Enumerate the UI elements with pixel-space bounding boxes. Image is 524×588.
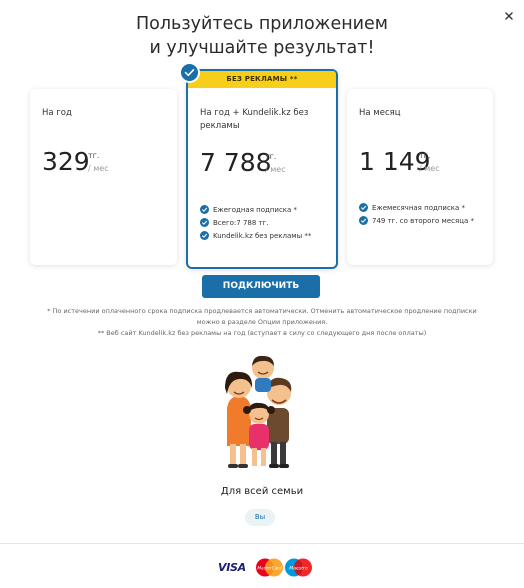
plan-price: 329 — [42, 147, 90, 176]
plan-period: / мес — [265, 165, 286, 174]
title-line-1: Пользуйтесь приложением — [136, 14, 388, 34]
note-line: можно в разделе Опции приложения. — [196, 318, 328, 326]
check-icon — [200, 218, 209, 227]
feature-item: Всего:7 788 тг. — [200, 218, 269, 227]
check-icon — [200, 231, 209, 240]
check-icon — [200, 205, 209, 214]
feature-item: Ежегодная подписка * — [200, 205, 297, 214]
plan-currency: тг. — [265, 152, 277, 161]
note-line: ** Веб сайт Kundelik.kz без рекламы на г… — [97, 329, 427, 337]
mastercard-text: MasterCard — [257, 566, 282, 571]
plan-currency: тг. — [88, 151, 100, 160]
check-icon — [359, 203, 368, 212]
selected-check-icon — [179, 62, 200, 83]
plan-card-monthly[interactable]: На месяц 1 149 тг. / мес Ежемесячная под… — [347, 89, 493, 265]
feature-label: 749 тг. со второго месяца * — [372, 216, 474, 225]
subscribe-button[interactable]: ПОДКЛЮЧИТЬ — [202, 275, 320, 298]
family-label: Для всей семьи — [220, 486, 304, 497]
plan-period: / мес — [88, 164, 109, 173]
you-pill[interactable]: Вы — [245, 509, 275, 526]
plan-name: На месяц — [359, 108, 401, 118]
feature-item: Kundelik.kz без рекламы ** — [200, 231, 311, 240]
feature-label: Ежегодная подписка * — [213, 205, 298, 214]
feature-item: 749 тг. со второго месяца * — [359, 216, 474, 225]
mastercard-logo: MasterCard — [255, 558, 284, 581]
plan-period: / мес — [419, 164, 440, 173]
plan-price: 7 788 — [200, 148, 272, 177]
note-line: * По истечении оплаченного срока подписк… — [47, 307, 477, 315]
title-line-2: и улучшайте результат! — [149, 38, 375, 58]
check-icon — [359, 216, 368, 225]
close-icon[interactable] — [502, 8, 516, 22]
no-ads-badge: БЕЗ РЕКЛАМЫ ** — [188, 71, 336, 88]
plan-currency: тг. — [419, 151, 431, 160]
family-illustration — [205, 350, 315, 472]
maestro-logo: Maestro — [284, 558, 313, 581]
maestro-text: Maestro — [289, 566, 308, 572]
plan-card-yearly[interactable]: На год 329 тг. / мес — [30, 89, 177, 265]
feature-item: Ежемесячная подписка * — [359, 203, 465, 212]
divider — [0, 543, 524, 544]
visa-logo: VISA — [218, 561, 246, 574]
feature-label: Kundelik.kz без рекламы ** — [213, 231, 312, 240]
plan-name: На год + Kundelik.kz без рекламы — [200, 108, 309, 131]
feature-label: Всего:7 788 тг. — [213, 218, 269, 227]
feature-label: Ежемесячная подписка * — [372, 203, 466, 212]
plan-card-yearly-no-ads[interactable]: БЕЗ РЕКЛАМЫ ** На год + Kundelik.kz без … — [179, 62, 338, 269]
page-title: Пользуйтесь приложением и улучшайте резу… — [0, 12, 524, 60]
plan-name: На год — [42, 108, 72, 118]
subscription-notes: * По истечении оплаченного срока подписк… — [10, 306, 514, 339]
